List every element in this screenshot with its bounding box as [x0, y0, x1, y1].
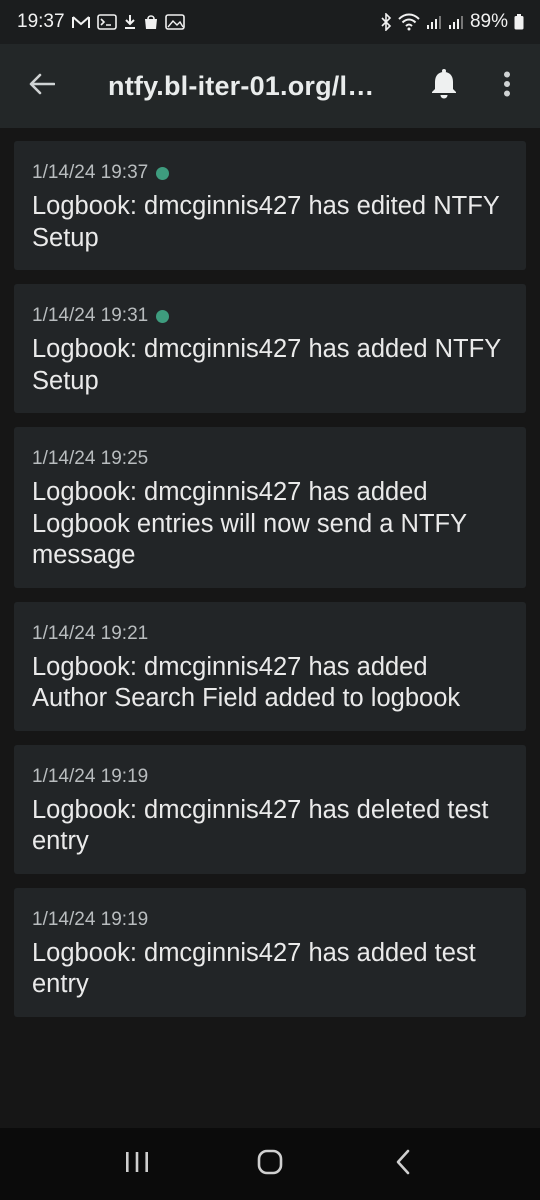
more-options-button[interactable]: [490, 66, 524, 106]
status-bar: 19:37 89%: [0, 0, 540, 44]
system-back-button[interactable]: [373, 1134, 433, 1194]
unread-dot-icon: [156, 309, 170, 323]
arrow-left-icon: [29, 73, 56, 100]
home-icon: [257, 1149, 283, 1180]
status-bar-left: 19:37: [17, 11, 185, 33]
notification-message: Logbook: dmcginnis427 has added Author S…: [32, 652, 461, 713]
notification-settings-button[interactable]: [424, 66, 464, 106]
notification-time: 1/14/24 19:37: [32, 162, 149, 183]
page-title: ntfy.bl-iter-01.org/l…: [108, 70, 375, 101]
status-time: 19:37: [17, 11, 65, 32]
notification-time-row: 1/14/24 19:37: [32, 160, 508, 186]
notification-message: Logbook: dmcginnis427 has deleted test e…: [32, 795, 489, 856]
system-nav-bar: [0, 1128, 540, 1200]
more-vert-icon: [503, 71, 511, 102]
back-button[interactable]: [0, 44, 84, 128]
unread-dot-icon: [156, 166, 170, 180]
shopping-bag-icon: [143, 14, 159, 30]
gmail-icon: [71, 14, 91, 30]
notification-card[interactable]: 1/14/24 19:25 Logbook: dmcginnis427 has …: [14, 427, 526, 588]
notification-list: 1/14/24 19:37 Logbook: dmcginnis427 has …: [14, 141, 526, 1031]
battery-icon: [514, 14, 524, 30]
notification-card[interactable]: 1/14/24 19:19 Logbook: dmcginnis427 has …: [14, 744, 526, 874]
battery-percent: 89%: [469, 11, 508, 32]
app-bar: ntfy.bl-iter-01.org/l…: [0, 44, 540, 128]
wifi-icon: [398, 13, 420, 31]
notification-card[interactable]: 1/14/24 19:31 Logbook: dmcginnis427 has …: [14, 284, 526, 413]
notification-time-row: 1/14/24 19:31: [32, 303, 508, 329]
notification-time: 1/14/24 19:19: [32, 765, 149, 787]
notification-message: Logbook: dmcginnis427 has added test ent…: [32, 938, 476, 999]
notification-card[interactable]: 1/14/24 19:37 Logbook: dmcginnis427 has …: [14, 141, 526, 270]
notification-time: 1/14/24 19:19: [32, 908, 149, 930]
bell-icon: [430, 68, 458, 104]
notification-time: 1/14/24 19:21: [32, 622, 149, 644]
terminal-icon: [96, 14, 117, 30]
back-icon: [395, 1149, 411, 1180]
bluetooth-icon: [380, 13, 392, 31]
signal-icon: [448, 14, 464, 30]
signal-icon: [426, 14, 442, 30]
notification-time: 1/14/24 19:25: [32, 448, 149, 469]
notification-time-row: 1/14/24 19:21: [32, 621, 508, 647]
home-button[interactable]: [240, 1134, 300, 1194]
download-icon: [123, 14, 137, 30]
notification-time-row: 1/14/24 19:19: [32, 907, 508, 933]
notification-card[interactable]: 1/14/24 19:21 Logbook: dmcginnis427 has …: [14, 601, 526, 731]
notification-time-row: 1/14/24 19:19: [32, 764, 508, 790]
notification-time-row: 1/14/24 19:25: [32, 446, 508, 472]
notification-time: 1/14/24 19:31: [32, 305, 149, 326]
notification-card[interactable]: 1/14/24 19:19 Logbook: dmcginnis427 has …: [14, 887, 526, 1017]
notification-message: Logbook: dmcginnis427 has added NTFY Set…: [32, 335, 501, 395]
status-bar-right: 89%: [380, 11, 524, 33]
image-icon: [164, 14, 185, 30]
notification-message: Logbook: dmcginnis427 has added Logbook …: [32, 478, 467, 569]
recent-apps-button[interactable]: [107, 1134, 167, 1194]
notification-message: Logbook: dmcginnis427 has edited NTFY Se…: [32, 192, 500, 252]
recent-apps-icon: [124, 1150, 150, 1179]
